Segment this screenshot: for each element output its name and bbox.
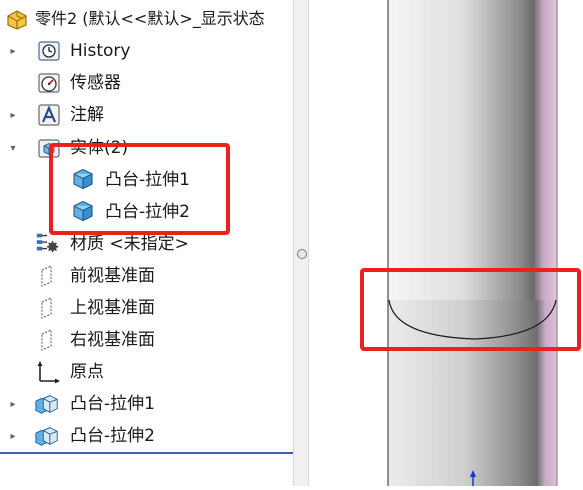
tree-item-label: 注解 [70,105,104,125]
tree-item-label: 凸台-拉伸2 [70,426,155,446]
origin-icon [34,359,60,385]
tree-item-label: History [70,41,131,61]
plane-icon [34,295,60,321]
annotation-a-icon [36,102,62,128]
splitter-handle[interactable] [297,249,307,259]
part-title: 零件2 (默认<<默认>_显示状态 [35,9,265,28]
history-clock-icon [36,38,62,64]
part-icon [4,6,30,32]
expand-arrow-icon[interactable]: ▸ [8,431,18,442]
tree-item-label: 凸台-拉伸1 [70,394,155,414]
plane-icon [34,327,60,353]
expand-arrow-icon[interactable]: ▸ [8,399,18,410]
extrude-feature-icon [34,391,60,417]
tree-item-label: 上视基准面 [70,298,155,318]
tree-item-label: 前视基准面 [70,266,155,286]
tree-item-label: 传感器 [70,73,121,93]
sensor-gauge-icon [36,70,62,96]
plane-icon [34,263,60,289]
extrude-feature-icon [34,423,60,449]
tree-item-label: 材质 <未指定> [70,234,189,254]
tree-item-label: 右视基准面 [70,330,155,350]
expand-arrow-icon[interactable]: ▸ [8,110,18,121]
graphics-viewport[interactable] [309,0,583,486]
collapse-arrow-icon[interactable]: ▾ [8,143,18,154]
expand-arrow-icon[interactable]: ▸ [8,46,18,57]
tree-item-label: 原点 [70,362,104,382]
cylinder-model-view [387,0,558,486]
highlight-box-bodies [49,143,230,235]
panel-splitter[interactable] [293,0,309,486]
tree-bottom-divider [0,452,293,454]
feature-manager-tree: 零件2 (默认<<默认>_显示状态 ▸ History 传感器 ▸ 注解 ▾ 实… [0,0,293,486]
highlight-box-seam [360,268,581,351]
